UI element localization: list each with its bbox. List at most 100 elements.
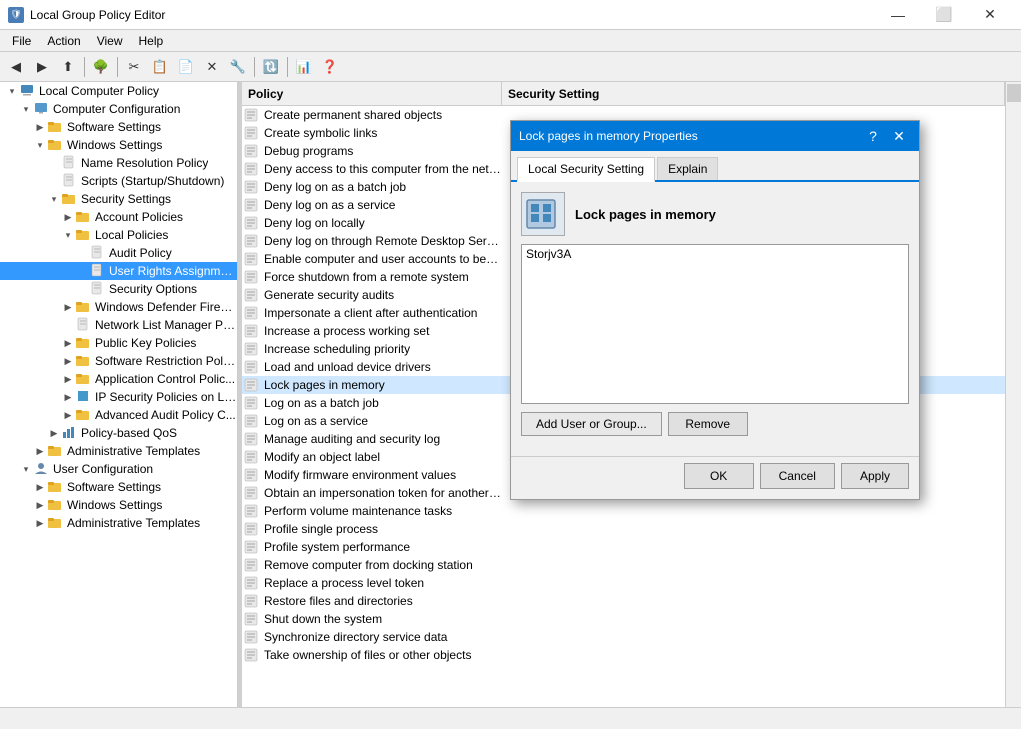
list-row-29[interactable]: Shut down the system: [242, 610, 1005, 628]
tree-item-local-computer-policy[interactable]: ▾Local Computer Policy: [0, 82, 237, 100]
dialog-title-buttons: ? ✕: [861, 125, 911, 147]
tree-item-windows-settings-user[interactable]: ▶Windows Settings: [0, 496, 237, 514]
tree-expand-application-control[interactable]: ▶: [60, 371, 76, 387]
tab-local-security-setting[interactable]: Local Security Setting: [517, 157, 655, 182]
tree-expand-policy-based-qos[interactable]: ▶: [46, 425, 62, 441]
tree-item-admin-templates-user[interactable]: ▶Administrative Templates: [0, 514, 237, 532]
apply-button[interactable]: Apply: [841, 463, 909, 489]
tree-expand-local-policies[interactable]: ▾: [60, 227, 76, 243]
restore-button[interactable]: ⬜: [921, 0, 967, 30]
vertical-scrollbar[interactable]: [1005, 82, 1021, 707]
dialog-list-box[interactable]: Storjv3A: [521, 244, 909, 404]
tree-item-software-restriction[interactable]: ▶Software Restriction Polic...: [0, 352, 237, 370]
tree-expand-admin-templates-comp[interactable]: ▶: [32, 443, 48, 459]
tree-expand-software-settings[interactable]: ▶: [32, 119, 48, 135]
title-bar-controls: — ⬜ ✕: [875, 0, 1013, 30]
tree-item-account-policies[interactable]: ▶Account Policies: [0, 208, 237, 226]
list-row-policy-29: Shut down the system: [260, 612, 505, 626]
tree-item-network-list-manager[interactable]: Network List Manager Po...: [0, 316, 237, 334]
tree-expand-admin-templates-user[interactable]: ▶: [32, 515, 48, 531]
remove-button[interactable]: Remove: [668, 412, 748, 436]
col-policy-header[interactable]: Policy: [242, 82, 502, 105]
list-row-28[interactable]: Restore files and directories: [242, 592, 1005, 610]
tree-expand-software-restriction[interactable]: ▶: [60, 353, 76, 369]
list-row-policy-26: Remove computer from docking station: [260, 558, 505, 572]
tree-expand-security-settings[interactable]: ▾: [46, 191, 62, 207]
tree-item-admin-templates-comp[interactable]: ▶ Administrative Templates: [0, 442, 237, 460]
toolbar-forward[interactable]: ▶: [30, 55, 54, 79]
tree-panel[interactable]: ▾Local Computer Policy▾Computer Configur…: [0, 82, 238, 707]
tree-item-windows-settings[interactable]: ▾Windows Settings: [0, 136, 237, 154]
tree-expand-windows-defender-firewall[interactable]: ▶: [60, 299, 76, 315]
tree-item-audit-policy[interactable]: Audit Policy: [0, 244, 237, 262]
tree-expand-ip-security[interactable]: ▶: [60, 389, 76, 405]
tree-item-user-configuration[interactable]: ▾User Configuration: [0, 460, 237, 478]
list-row-policy-3: Debug programs: [260, 144, 505, 158]
list-row-icon-9: [242, 250, 260, 268]
tree-item-software-settings[interactable]: ▶Software Settings: [0, 118, 237, 136]
dialog-help-button[interactable]: ?: [861, 125, 885, 147]
minimize-button[interactable]: —: [875, 0, 921, 30]
list-row-31[interactable]: Take ownership of files or other objects: [242, 646, 1005, 664]
tree-item-application-control[interactable]: ▶Application Control Polic...: [0, 370, 237, 388]
tree-expand-software-settings-user[interactable]: ▶: [32, 479, 48, 495]
toolbar-help[interactable]: ❓: [318, 55, 342, 79]
tree-expand-windows-settings[interactable]: ▾: [32, 137, 48, 153]
dialog-list-item-0[interactable]: Storjv3A: [522, 245, 908, 263]
tree-expand-user-configuration[interactable]: ▾: [18, 461, 34, 477]
menu-action[interactable]: Action: [39, 32, 88, 50]
tree-label-admin-templates-comp: Administrative Templates: [67, 444, 200, 458]
tree-item-user-rights-assignment[interactable]: User Rights Assignme...: [0, 262, 237, 280]
tree-item-policy-based-qos[interactable]: ▶Policy-based QoS: [0, 424, 237, 442]
tree-expand-advanced-audit-policy[interactable]: ▶: [60, 407, 76, 423]
dialog-close-button[interactable]: ✕: [887, 125, 911, 147]
tree-item-local-policies[interactable]: ▾Local Policies: [0, 226, 237, 244]
tree-expand-public-key-policies[interactable]: ▶: [60, 335, 76, 351]
cancel-button[interactable]: Cancel: [760, 463, 835, 489]
col-setting-header[interactable]: Security Setting: [502, 82, 1005, 105]
add-user-group-button[interactable]: Add User or Group...: [521, 412, 662, 436]
close-button[interactable]: ✕: [967, 0, 1013, 30]
menu-help[interactable]: Help: [131, 32, 172, 50]
tab-explain[interactable]: Explain: [657, 157, 718, 180]
tree-item-public-key-policies[interactable]: ▶Public Key Policies: [0, 334, 237, 352]
toolbar-sep-4: [287, 57, 288, 77]
tree-item-scripts[interactable]: Scripts (Startup/Shutdown): [0, 172, 237, 190]
toolbar-paste[interactable]: 📄: [174, 55, 198, 79]
title-bar-left: 🛡 Local Group Policy Editor: [8, 7, 165, 23]
dialog[interactable]: Lock pages in memory Properties ? ✕ Loca…: [510, 120, 920, 500]
tree-item-ip-security[interactable]: ▶IP Security Policies on Lo...: [0, 388, 237, 406]
list-row-policy-25: Profile system performance: [260, 540, 505, 554]
list-row-26[interactable]: Remove computer from docking station: [242, 556, 1005, 574]
toolbar-back[interactable]: ◀: [4, 55, 28, 79]
tree-item-computer-configuration[interactable]: ▾Computer Configuration: [0, 100, 237, 118]
list-row-30[interactable]: Synchronize directory service data: [242, 628, 1005, 646]
tree-item-software-settings-user[interactable]: ▶Software Settings: [0, 478, 237, 496]
tree-item-security-options[interactable]: Security Options: [0, 280, 237, 298]
tree-item-advanced-audit-policy[interactable]: ▶Advanced Audit Policy C...: [0, 406, 237, 424]
tree-item-name-resolution-policy[interactable]: Name Resolution Policy: [0, 154, 237, 172]
tree-expand-account-policies[interactable]: ▶: [60, 209, 76, 225]
toolbar-refresh[interactable]: 🔃: [259, 55, 283, 79]
tree-expand-computer-configuration[interactable]: ▾: [18, 101, 34, 117]
toolbar-properties[interactable]: 🔧: [226, 55, 250, 79]
tree-expand-windows-settings-user[interactable]: ▶: [32, 497, 48, 513]
list-row-policy-18: Log on as a service: [260, 414, 505, 428]
list-row-24[interactable]: Profile single process: [242, 520, 1005, 538]
tree-item-security-settings[interactable]: ▾Security Settings: [0, 190, 237, 208]
toolbar-export[interactable]: 📊: [292, 55, 316, 79]
list-row-icon-25: [242, 538, 260, 556]
list-row-23[interactable]: Perform volume maintenance tasks: [242, 502, 1005, 520]
list-row-25[interactable]: Profile system performance: [242, 538, 1005, 556]
toolbar-copy[interactable]: 📋: [148, 55, 172, 79]
toolbar-show-hide-tree[interactable]: 🌳: [89, 55, 113, 79]
menu-file[interactable]: File: [4, 32, 39, 50]
toolbar-cut[interactable]: ✂: [122, 55, 146, 79]
menu-view[interactable]: View: [89, 32, 131, 50]
toolbar-up[interactable]: ⬆: [56, 55, 80, 79]
ok-button[interactable]: OK: [684, 463, 754, 489]
list-row-27[interactable]: Replace a process level token: [242, 574, 1005, 592]
tree-expand-local-computer-policy[interactable]: ▾: [4, 83, 20, 99]
tree-item-windows-defender-firewall[interactable]: ▶Windows Defender Firew...: [0, 298, 237, 316]
toolbar-delete[interactable]: ✕: [200, 55, 224, 79]
